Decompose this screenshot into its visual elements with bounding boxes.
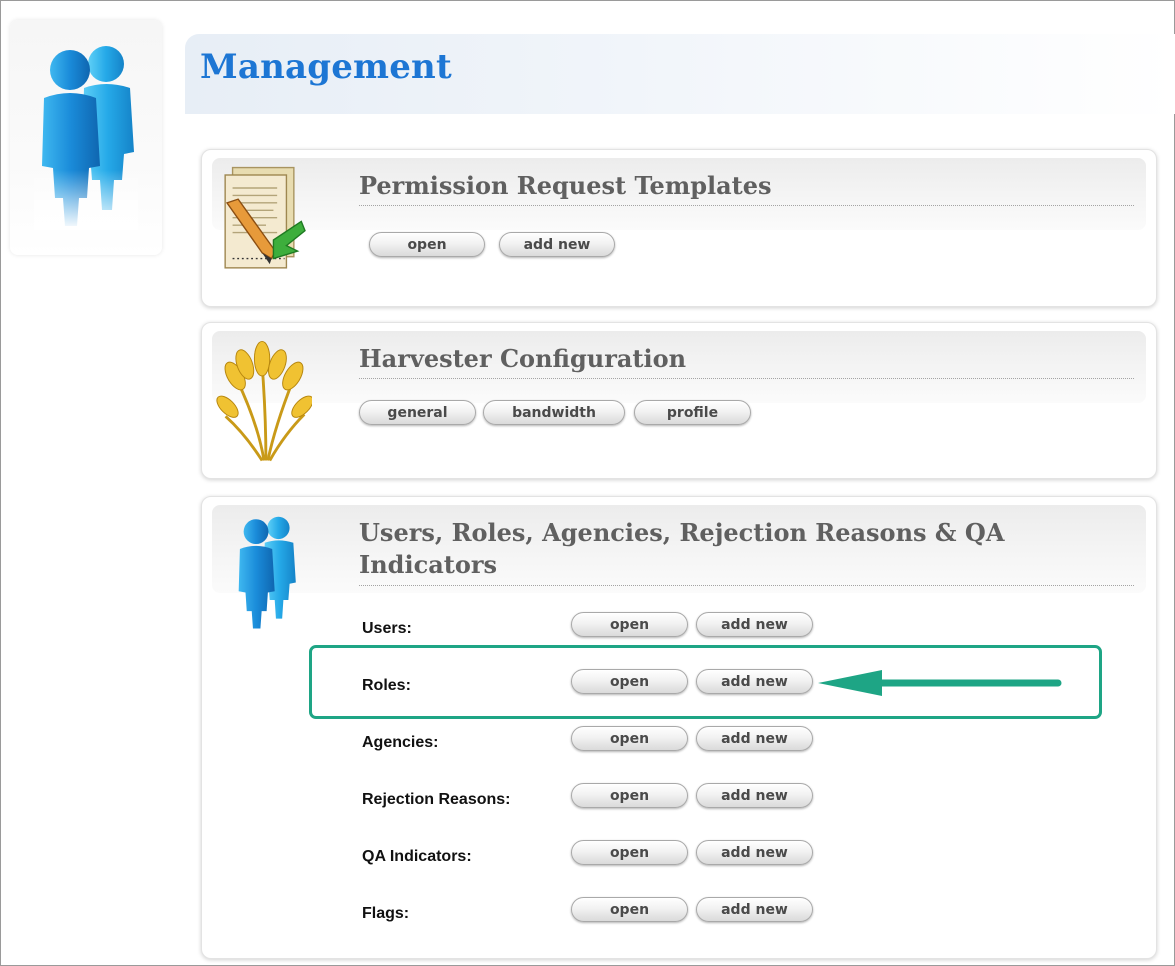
users-icon [34, 46, 138, 230]
rejection-reasons-open-button[interactable]: open [571, 783, 688, 808]
agencies-label: Agencies: [362, 734, 439, 751]
users-icon [238, 516, 296, 629]
users-open-button[interactable]: open [571, 612, 688, 637]
harvester-bandwidth-button[interactable]: bandwidth [483, 400, 625, 425]
divider [359, 585, 1134, 586]
divider [359, 205, 1134, 206]
agencies-add-new-button[interactable]: add new [696, 726, 813, 751]
permission-open-button[interactable]: open [369, 232, 485, 257]
harvester-config-panel: Harvester Configuration general bandwidt… [201, 322, 1157, 479]
flags-open-button[interactable]: open [571, 897, 688, 922]
flags-label: Flags: [362, 905, 410, 922]
users-label: Users: [362, 620, 412, 637]
qa-indicators-open-button[interactable]: open [571, 840, 688, 865]
section-title: Harvester Configuration [359, 344, 687, 373]
sidebar [10, 20, 162, 255]
section-title: Permission Request Templates [359, 171, 772, 200]
wheat-icon [216, 340, 312, 462]
flags-add-new-button[interactable]: add new [696, 897, 813, 922]
users-roles-panel: Users, Roles, Agencies, Rejection Reason… [201, 496, 1157, 959]
harvester-profile-button[interactable]: profile [634, 400, 751, 425]
permission-add-new-button[interactable]: add new [499, 232, 615, 257]
section-title-line1: Users, Roles, Agencies, Rejection Reason… [359, 518, 1005, 547]
page-title: Management [200, 47, 452, 87]
agencies-open-button[interactable]: open [571, 726, 688, 751]
arrow-left-icon [818, 670, 1062, 696]
section-title-line2: Indicators [359, 550, 497, 579]
users-add-new-button[interactable]: add new [696, 612, 813, 637]
rejection-reasons-add-new-button[interactable]: add new [696, 783, 813, 808]
rejection-reasons-label: Rejection Reasons: [362, 791, 511, 808]
permission-templates-panel: Permission Request Templates open add ne… [201, 149, 1157, 307]
qa-indicators-add-new-button[interactable]: add new [696, 840, 813, 865]
harvester-general-button[interactable]: general [359, 400, 476, 425]
qa-indicators-label: QA Indicators: [362, 848, 472, 865]
divider [359, 378, 1134, 379]
document-edit-icon [224, 166, 306, 269]
